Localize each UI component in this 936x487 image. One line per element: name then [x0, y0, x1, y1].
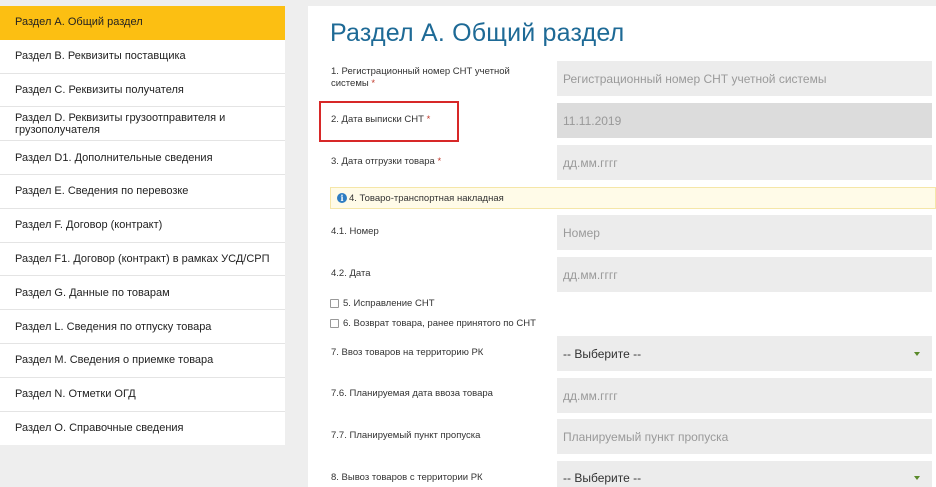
export-label: 8. Вывоз товаров с территории РК: [331, 472, 483, 483]
checkpoint-label: 7.7. Планируемый пункт пропуска: [331, 430, 481, 441]
sidebar-item-section-b[interactable]: Раздел B. Реквизиты поставщика: [0, 40, 285, 74]
return-label: 6. Возврат товара, ранее принятого по СН…: [343, 318, 536, 329]
ship-date-label-text: 3. Дата отгрузки товара: [331, 156, 435, 167]
correction-checkbox[interactable]: [330, 299, 339, 308]
form-panel: Раздел А. Общий раздел 1. Регистрационны…: [308, 6, 936, 487]
correction-checkbox-row[interactable]: 5. Исправление СНТ: [330, 298, 435, 309]
sidebar-item-section-g[interactable]: Раздел G. Данные по товарам: [0, 276, 285, 311]
waybill-info-text: 4. Товаро-транспортная накладная: [349, 192, 504, 204]
return-checkbox[interactable]: [330, 319, 339, 328]
correction-label: 5. Исправление СНТ: [343, 298, 435, 309]
sidebar-item-section-l[interactable]: Раздел L. Сведения по отпуску товара: [0, 310, 285, 344]
import-select[interactable]: -- Выберите --: [557, 336, 932, 371]
import-date-label: 7.6. Планируемая дата ввоза товара: [331, 388, 493, 399]
export-select[interactable]: -- Выберите --: [557, 461, 932, 487]
import-date-input[interactable]: дд.мм.гггг: [557, 378, 932, 413]
sidebar-item-section-d[interactable]: Раздел D. Реквизиты грузоотправителя и г…: [0, 107, 285, 142]
sidebar-item-section-n[interactable]: Раздел N. Отметки ОГД: [0, 378, 285, 412]
reg-number-label: 1. Регистрационный номер СНТ учетной сис…: [331, 66, 541, 90]
return-checkbox-row[interactable]: 6. Возврат товара, ранее принятого по СН…: [330, 318, 536, 329]
import-label: 7. Ввоз товаров на территорию РК: [331, 347, 484, 358]
section-sidebar: Раздел A. Общий раздел Раздел B. Реквизи…: [0, 6, 285, 445]
page: Раздел A. Общий раздел Раздел B. Реквизи…: [0, 0, 936, 487]
required-mark: *: [437, 156, 442, 167]
sidebar-item-section-a[interactable]: Раздел A. Общий раздел: [0, 6, 285, 40]
sidebar-item-section-c[interactable]: Раздел C. Реквизиты получателя: [0, 74, 285, 108]
export-select-value: -- Выберите --: [563, 471, 642, 485]
sidebar-item-section-d1[interactable]: Раздел D1. Дополнительные сведения: [0, 141, 285, 175]
info-icon: i: [337, 193, 347, 203]
waybill-info-bar: i 4. Товаро-транспортная накладная: [330, 187, 936, 209]
caret-down-icon: [914, 351, 920, 356]
reg-number-label-text: 1. Регистрационный номер СНТ учетной сис…: [331, 66, 510, 89]
sidebar-item-section-o[interactable]: Раздел O. Справочные сведения: [0, 412, 285, 446]
date-label: 4.2. Дата: [331, 268, 371, 279]
sidebar-item-section-m[interactable]: Раздел M. Сведения о приемке товара: [0, 344, 285, 378]
page-title: Раздел А. Общий раздел: [330, 19, 625, 47]
ship-date-input[interactable]: дд.мм.гггг: [557, 145, 932, 180]
issue-date-input[interactable]: 11.11.2019: [557, 103, 932, 138]
ship-date-label: 3. Дата отгрузки товара *: [331, 156, 541, 168]
number-input[interactable]: Номер: [557, 215, 932, 250]
sidebar-item-section-f[interactable]: Раздел F. Договор (контракт): [0, 209, 285, 243]
sidebar-item-section-e[interactable]: Раздел E. Сведения по перевозке: [0, 175, 285, 209]
checkpoint-input[interactable]: Планируемый пункт пропуска: [557, 419, 932, 454]
caret-down-icon: [914, 476, 920, 480]
issue-date-highlight-box: [319, 101, 459, 142]
required-mark: *: [371, 78, 376, 89]
import-select-value: -- Выберите --: [563, 346, 642, 361]
date-input[interactable]: дд.мм.гггг: [557, 257, 932, 292]
reg-number-input[interactable]: Регистрационный номер СНТ учетной систем…: [557, 61, 932, 96]
sidebar-item-section-f1[interactable]: Раздел F1. Договор (контракт) в рамках У…: [0, 243, 285, 277]
number-label: 4.1. Номер: [331, 226, 379, 237]
